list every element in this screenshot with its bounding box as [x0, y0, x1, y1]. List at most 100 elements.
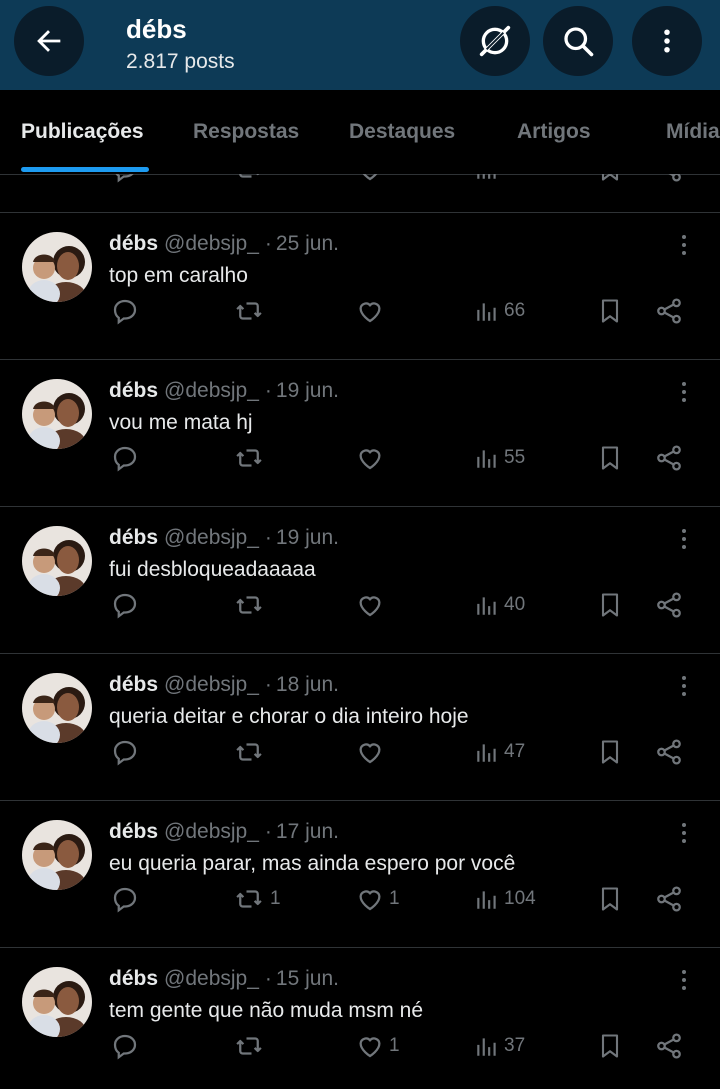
author-handle[interactable]: @debsjp_: [164, 820, 259, 843]
back-button[interactable]: [14, 6, 84, 76]
share-button[interactable]: [654, 1029, 684, 1063]
views-button[interactable]: 71: [474, 174, 525, 186]
author-name[interactable]: débs: [109, 673, 158, 696]
views-button[interactable]: 55: [474, 441, 525, 475]
like-button[interactable]: [355, 441, 389, 475]
reply-button[interactable]: [110, 735, 144, 769]
post-item[interactable]: débs @debsjp_ · 18 jun. queria deitar e cho…: [0, 653, 720, 801]
tab-respostas[interactable]: Respostas: [193, 120, 299, 144]
share-icon: [668, 174, 681, 182]
retweet-button[interactable]: [232, 174, 266, 186]
like-button[interactable]: [355, 735, 389, 769]
bookmark-button[interactable]: [596, 735, 624, 769]
post-item[interactable]: débs @debsjp_ · 17 jun. eu queria parar, ma…: [0, 800, 720, 948]
share-button[interactable]: [654, 174, 684, 186]
avatar[interactable]: [22, 379, 92, 449]
retweet-icon: [236, 302, 262, 320]
retweet-button[interactable]: [232, 1029, 270, 1063]
like-button[interactable]: 1: [355, 882, 400, 916]
share-button[interactable]: [654, 441, 684, 475]
reply-button[interactable]: [110, 882, 144, 916]
reply-button[interactable]: [110, 441, 144, 475]
author-name[interactable]: débs: [109, 967, 158, 990]
bookmark-button[interactable]: [596, 294, 624, 328]
author-name[interactable]: débs: [109, 526, 158, 549]
retweet-button[interactable]: [232, 294, 270, 328]
post-more-button[interactable]: [674, 232, 694, 258]
tab-artigos[interactable]: Artigos: [517, 120, 591, 144]
views-button[interactable]: 37: [474, 1029, 525, 1063]
more-vertical-icon: [682, 823, 686, 843]
post-date[interactable]: 15 jun.: [276, 967, 339, 990]
author-handle[interactable]: @debsjp_: [164, 379, 259, 402]
heart-icon: [359, 302, 381, 323]
bookmark-button[interactable]: [596, 1029, 624, 1063]
share-button[interactable]: [654, 735, 684, 769]
share-button[interactable]: [654, 882, 684, 916]
post-more-button[interactable]: [674, 967, 694, 993]
post-date[interactable]: 19 jun.: [276, 379, 339, 402]
views-button[interactable]: 47: [474, 735, 525, 769]
author-handle[interactable]: @debsjp_: [164, 673, 259, 696]
reply-icon: [113, 740, 137, 766]
post-header: débs @debsjp_ · 18 jun.: [109, 673, 339, 697]
author-name[interactable]: débs: [109, 820, 158, 843]
bookmark-button[interactable]: [596, 174, 624, 186]
post-more-button[interactable]: [674, 820, 694, 846]
tab-publicacoes[interactable]: Publicações: [21, 120, 144, 144]
avatar[interactable]: [22, 673, 92, 743]
tab-midia[interactable]: Mídia: [666, 120, 720, 144]
post-item[interactable]: débs @debsjp_ · 15 jun. tem gente que não m…: [0, 947, 720, 1089]
like-button[interactable]: [355, 588, 389, 622]
bookmark-button[interactable]: [596, 588, 624, 622]
retweet-button[interactable]: [232, 588, 270, 622]
avatar[interactable]: [22, 232, 92, 302]
author-name[interactable]: débs: [109, 232, 158, 255]
posts-feed[interactable]: 2 71 débs@debsjp_·25 jun.: [0, 174, 720, 1089]
bookmark-button[interactable]: [596, 441, 624, 475]
reply-button[interactable]: [110, 294, 144, 328]
retweet-button[interactable]: 1: [232, 882, 281, 916]
bookmark-icon: [601, 174, 619, 181]
reply-button[interactable]: [110, 588, 144, 622]
tab-destaques[interactable]: Destaques: [349, 120, 455, 144]
more-options-button[interactable]: [632, 6, 702, 76]
views-button[interactable]: 66: [474, 294, 525, 328]
post-header: débs @debsjp_ · 19 jun.: [109, 379, 339, 403]
avatar[interactable]: [22, 526, 92, 596]
like-button[interactable]: [355, 294, 389, 328]
post-more-button[interactable]: [674, 673, 694, 699]
views-button[interactable]: 40: [474, 588, 525, 622]
retweet-button[interactable]: [232, 735, 270, 769]
author-handle[interactable]: @debsjp_: [164, 967, 259, 990]
post-header: débs @debsjp_ · 17 jun.: [109, 820, 339, 844]
avatar-photo: [22, 967, 92, 1037]
share-button[interactable]: [654, 588, 684, 622]
search-button[interactable]: [543, 6, 613, 76]
avatar[interactable]: [22, 967, 92, 1037]
like-button[interactable]: 1: [355, 1029, 400, 1063]
author-handle[interactable]: @debsjp_: [164, 232, 259, 255]
hide-button[interactable]: [460, 6, 530, 76]
author-handle[interactable]: @debsjp_: [164, 526, 259, 549]
post-item[interactable]: débs @debsjp_ · 19 jun. fui desbloqueadaaaa…: [0, 506, 720, 654]
retweet-button[interactable]: [232, 441, 270, 475]
post-more-button[interactable]: [674, 526, 694, 552]
reply-button[interactable]: [110, 174, 140, 186]
heart-icon: [359, 1037, 381, 1058]
like-button[interactable]: 2: [355, 174, 400, 186]
post-date[interactable]: 19 jun.: [276, 526, 339, 549]
post-more-button[interactable]: [674, 379, 694, 405]
post-item[interactable]: débs @debsjp_ · 25 jun. top em caralho 66: [0, 212, 720, 360]
post-date[interactable]: 17 jun.: [276, 820, 339, 843]
bookmark-button[interactable]: [596, 882, 624, 916]
reply-button[interactable]: [110, 1029, 144, 1063]
author-name[interactable]: débs: [109, 379, 158, 402]
post-item[interactable]: débs @debsjp_ · 19 jun. vou me mata hj 55: [0, 359, 720, 507]
post-date[interactable]: 18 jun.: [276, 673, 339, 696]
views-button[interactable]: 104: [474, 882, 536, 916]
post-date[interactable]: 25 jun.: [276, 232, 339, 255]
share-button[interactable]: [654, 294, 684, 328]
separator: ·: [264, 820, 272, 843]
avatar[interactable]: [22, 820, 92, 890]
